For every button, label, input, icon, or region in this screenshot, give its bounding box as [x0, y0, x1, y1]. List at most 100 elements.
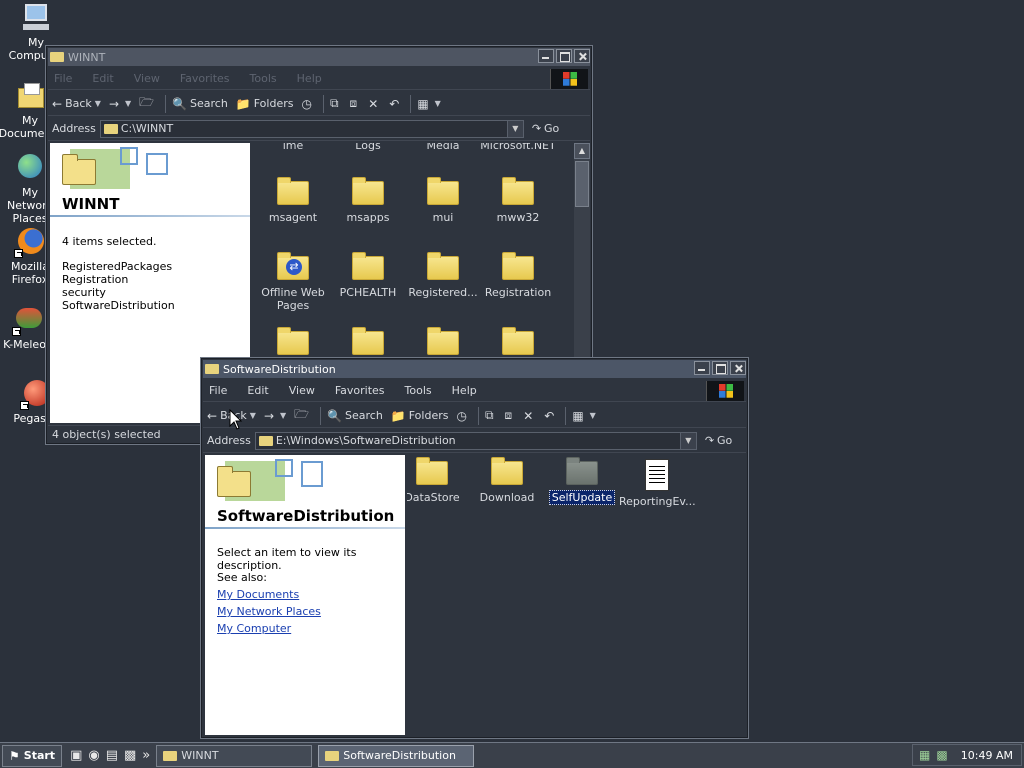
network-tray-icon[interactable]: ▦ [919, 748, 930, 762]
folder-icon [103, 123, 118, 134]
back-arrow-icon: ← [52, 96, 63, 111]
explorer-icon[interactable]: ▩ [124, 748, 136, 763]
folder-icon [502, 177, 534, 205]
up-folder-button[interactable]: 🗁 [294, 405, 312, 426]
folder-icon [50, 52, 64, 62]
folder-item[interactable]: Logs [330, 143, 406, 152]
menu-view[interactable]: View [134, 72, 160, 85]
minimize-button[interactable] [538, 49, 554, 63]
folder-item[interactable]: Microsoft.NET [480, 143, 556, 152]
views-button[interactable]: ▦ ▼ [572, 409, 596, 423]
undo-button[interactable]: ↶ [389, 97, 402, 111]
taskbar-item-software-distribution[interactable]: SoftwareDistribution [318, 744, 475, 767]
folder-icon [277, 327, 309, 355]
show-desktop-icon[interactable]: ▣ [70, 748, 82, 763]
folder-item[interactable]: msagent [255, 177, 331, 224]
menu-help[interactable]: Help [452, 384, 477, 397]
menu-edit[interactable]: Edit [247, 384, 268, 397]
folder-icon [502, 252, 534, 280]
close-button[interactable] [730, 361, 746, 375]
history-button[interactable]: ◷ [456, 409, 469, 423]
menu-file[interactable]: File [54, 72, 72, 85]
chevron-down-icon[interactable]: ▼ [679, 432, 696, 449]
folder-item[interactable]: Media [405, 143, 481, 152]
address-value: C:\WINNT [120, 122, 174, 135]
history-button[interactable]: ◷ [301, 97, 314, 111]
close-button[interactable] [574, 49, 590, 63]
back-arrow-icon: ← [207, 408, 218, 423]
folder-item[interactable]: mww32 [480, 177, 556, 224]
menu-file[interactable]: File [209, 384, 227, 397]
folder-item-selected[interactable]: SelfUpdate [544, 457, 620, 505]
firefox-icon[interactable]: ◉ [88, 748, 99, 763]
maximize-button[interactable] [556, 49, 572, 63]
chevron-down-icon: ▼ [589, 411, 596, 420]
delete-button[interactable]: ✕ [368, 97, 381, 111]
pane-title: SoftwareDistribution [217, 507, 395, 525]
link-my-documents[interactable]: My Documents [217, 588, 321, 601]
folder-item[interactable]: Registration [480, 252, 556, 299]
folder-item[interactable]: DataStore [407, 457, 470, 504]
folder-item[interactable]: PCHEALTH [330, 252, 406, 299]
list-item: security [62, 286, 106, 299]
back-button[interactable]: ←Back▼ [52, 97, 101, 111]
menu-edit[interactable]: Edit [92, 72, 113, 85]
scroll-up-icon[interactable]: ▲ [574, 143, 590, 159]
copy-to-button[interactable]: ⧈ [350, 96, 361, 111]
folder-item[interactable]: Registered... [405, 252, 481, 299]
menu-help[interactable]: Help [297, 72, 322, 85]
maximize-button[interactable] [712, 361, 728, 375]
scroll-thumb[interactable] [575, 161, 589, 207]
forward-button[interactable]: → ▼ [109, 97, 131, 111]
search-button[interactable]: 🔍 Search [327, 409, 383, 423]
folder-icon [352, 327, 384, 355]
offline-web-pages-icon [277, 252, 309, 280]
minimize-button[interactable] [694, 361, 710, 375]
toolbar: ←Back▼ →▼ 🗁 🔍Search 📁Folders ◷ ⧉ ⧈ ✕ ↶ ▦… [48, 92, 590, 116]
move-to-button[interactable]: ⧉ [330, 96, 342, 111]
address-input[interactable]: E:\Windows\SoftwareDistribution ▼ [254, 431, 697, 450]
title-bar[interactable]: WINNT [48, 48, 590, 66]
chevron-right-icon[interactable]: » [142, 748, 150, 763]
text-document-icon [645, 459, 669, 491]
undo-button[interactable]: ↶ [544, 409, 557, 423]
forward-button[interactable]: → ▼ [264, 409, 286, 423]
address-input[interactable]: C:\WINNT ▼ [99, 119, 524, 138]
folders-button[interactable]: 📁 Folders [236, 97, 294, 111]
network-icon[interactable]: ▤ [106, 748, 118, 763]
clock[interactable]: 10:49 AM [961, 749, 1013, 762]
search-button[interactable]: 🔍 Search [172, 97, 228, 111]
start-button[interactable]: ⚑ Start [2, 744, 63, 767]
file-item[interactable]: ReportingEv... [619, 459, 696, 508]
delete-icon: ✕ [523, 408, 534, 423]
copy-to-button[interactable]: ⧈ [505, 408, 516, 423]
toolbar: ←Back▼ →▼ 🗁 🔍Search 📁Folders ◷ ⧉ ⧈ ✕ ↶ ▦… [203, 404, 746, 428]
folders-button[interactable]: 📁 Folders [391, 409, 449, 423]
taskbar-item-winnt[interactable]: WINNT [156, 744, 313, 767]
menu-favorites[interactable]: Favorites [335, 384, 385, 397]
menu-tools[interactable]: Tools [250, 72, 277, 85]
folder-item[interactable]: msapps [330, 177, 406, 224]
go-arrow-icon: ↷ [531, 122, 542, 135]
title-bar[interactable]: SoftwareDistribution [203, 360, 746, 378]
chevron-down-icon[interactable]: ▼ [506, 120, 523, 137]
menu-view[interactable]: View [289, 384, 315, 397]
views-button[interactable]: ▦ ▼ [417, 97, 441, 111]
menu-tools[interactable]: Tools [405, 384, 432, 397]
move-to-button[interactable]: ⧉ [485, 408, 497, 423]
go-button[interactable]: ↷ Go [705, 434, 732, 447]
link-my-network-places[interactable]: My Network Places [217, 605, 321, 618]
menu-favorites[interactable]: Favorites [180, 72, 230, 85]
go-button[interactable]: ↷ Go [532, 122, 559, 135]
delete-button[interactable]: ✕ [523, 409, 536, 423]
folder-item[interactable]: mui [405, 177, 481, 224]
link-my-computer[interactable]: My Computer [217, 622, 321, 635]
folder-item[interactable]: Download [469, 457, 545, 504]
shortcut-arrow-icon [20, 401, 29, 410]
up-folder-button[interactable]: 🗁 [139, 93, 157, 114]
undo-icon: ↶ [544, 408, 555, 423]
folder-item[interactable]: Offline Web Pages [255, 252, 331, 312]
window-software-distribution[interactable]: SoftwareDistribution File Edit View Favo… [200, 357, 749, 739]
volume-tray-icon[interactable]: ▩ [936, 748, 947, 762]
folder-item[interactable]: ime [255, 143, 331, 152]
